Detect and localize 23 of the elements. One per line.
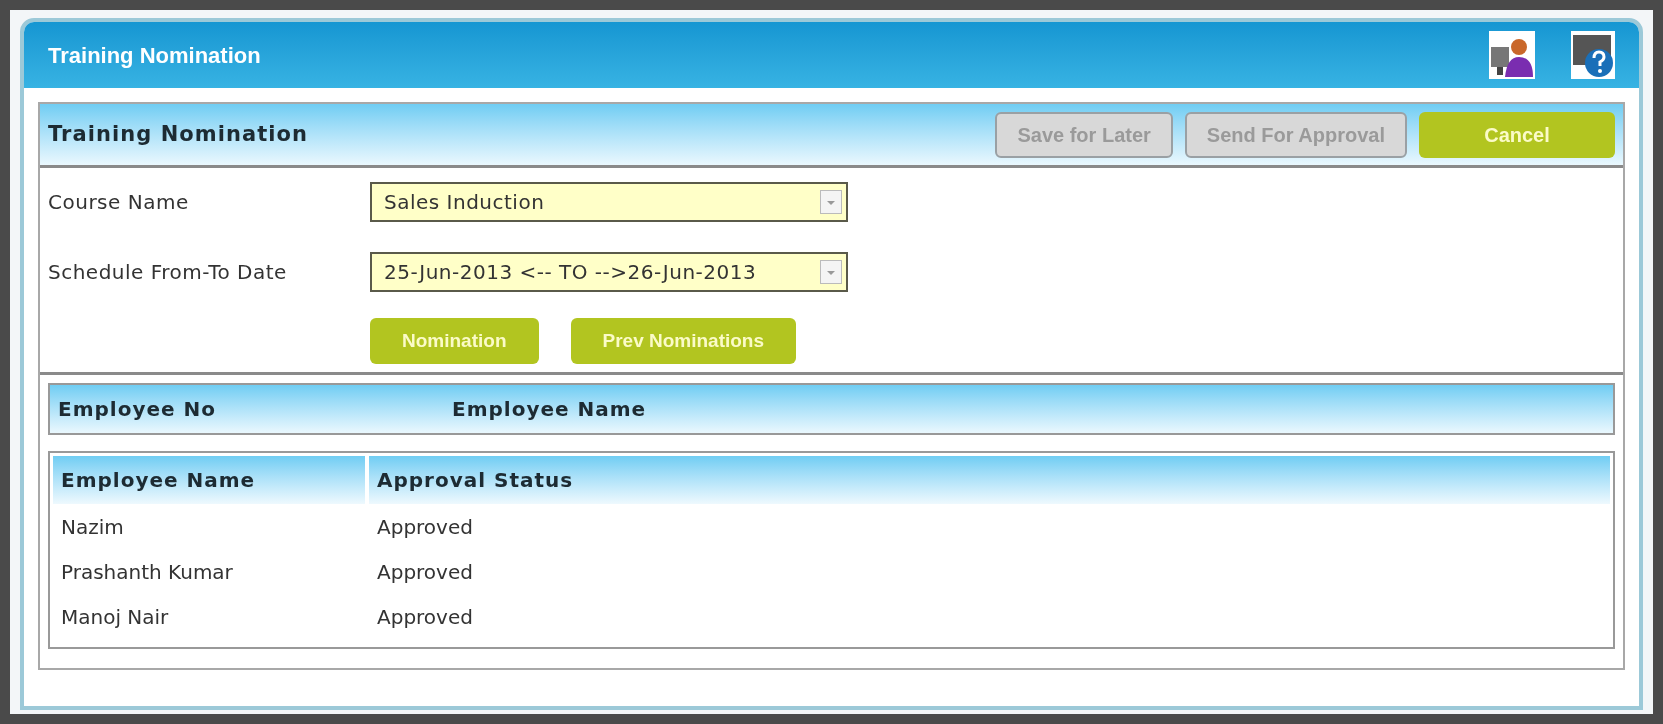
column-header: Approval Status [369, 456, 1610, 504]
prev-nominations-button[interactable]: Prev Nominations [570, 318, 797, 364]
caret-icon [820, 190, 842, 214]
field-label: Course Name [48, 189, 190, 216]
field-label: Schedule From-To Date [48, 259, 288, 286]
table-cell-text: Manoj Nair [60, 603, 170, 631]
table-cell-text: Approved [376, 558, 474, 586]
window-title: Training Nomination [48, 41, 261, 70]
table-cell-text: Approved [376, 603, 474, 631]
nomination-button[interactable]: Nomination [370, 318, 539, 364]
cancel-button[interactable]: Cancel [1419, 111, 1615, 158]
support-person-icon[interactable] [1489, 31, 1535, 79]
column-header: Employee Name [452, 396, 647, 423]
panel-title: Training Nomination [48, 120, 308, 148]
column-header: Employee No [58, 396, 218, 423]
help-icon[interactable] [1571, 31, 1615, 79]
table-cell-text: Approved [376, 513, 474, 541]
column-header: Employee Name [53, 456, 365, 504]
table-cell-text: Nazim [60, 513, 125, 541]
dropdown-field[interactable]: 25-Jun-2013 <-- TO -->26-Jun-2013 [370, 252, 848, 292]
table-cell-text: Prashanth Kumar [60, 558, 234, 586]
dropdown-field[interactable]: Sales Induction [370, 182, 848, 222]
caret-icon [820, 260, 842, 284]
